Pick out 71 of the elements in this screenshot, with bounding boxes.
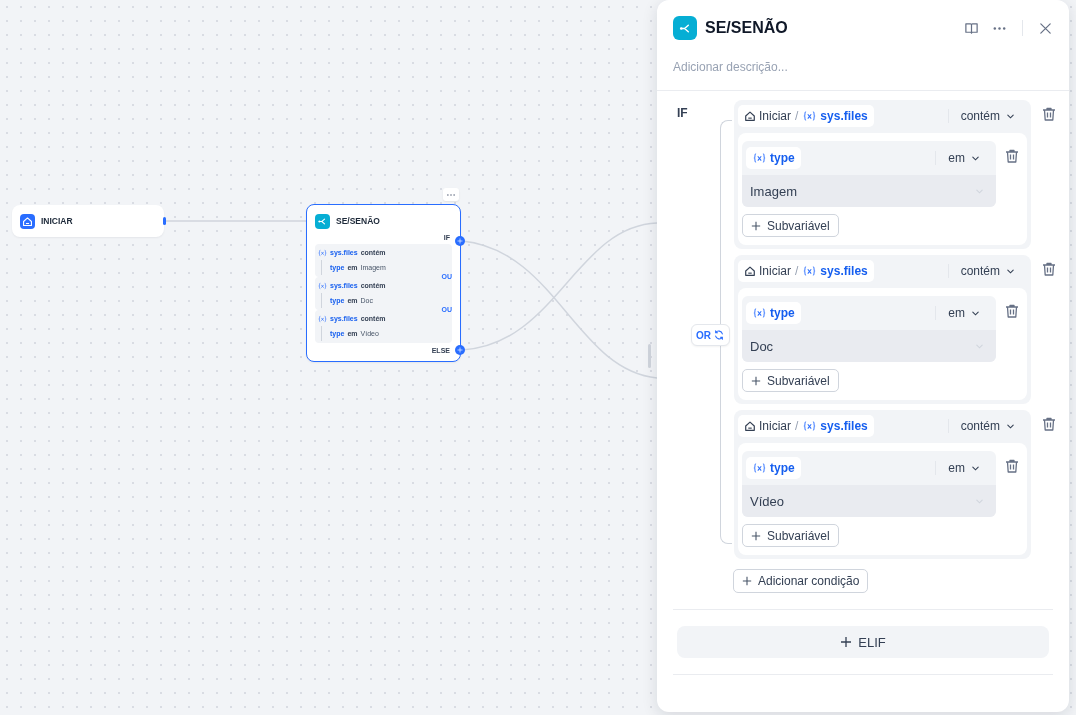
variable-icon xyxy=(802,110,818,122)
add-subvariable-button[interactable]: Subvariável xyxy=(742,524,839,547)
variable-icon xyxy=(752,307,767,319)
trash-icon[interactable] xyxy=(1041,416,1057,432)
home-icon xyxy=(744,110,756,122)
trash-icon[interactable] xyxy=(1004,458,1020,474)
variable-name: sys.files xyxy=(820,264,868,278)
plus-icon xyxy=(742,576,752,586)
operator-select[interactable]: contém xyxy=(947,419,1027,433)
plus-icon xyxy=(751,220,761,231)
variable-icon xyxy=(318,314,327,323)
source-name: Iniciar xyxy=(759,419,791,433)
trash-icon[interactable] xyxy=(1041,106,1057,122)
variable-name: sys.files xyxy=(820,109,868,123)
home-icon xyxy=(22,215,33,227)
trash-icon[interactable] xyxy=(1041,261,1057,277)
close-icon[interactable] xyxy=(1038,20,1053,36)
connection-handle[interactable] xyxy=(163,217,166,225)
variable-chip[interactable]: type xyxy=(746,302,801,324)
operator-select[interactable]: contém xyxy=(947,109,1027,123)
variable-name: type xyxy=(770,151,795,165)
variable-icon xyxy=(318,248,327,257)
operator-select[interactable]: em xyxy=(935,306,992,320)
add-condition-button[interactable]: Adicionar condição xyxy=(733,569,869,593)
operator-select[interactable]: em xyxy=(935,461,992,475)
add-subvariable-button[interactable]: Subvariável xyxy=(742,369,839,392)
start-node[interactable]: INICIAR xyxy=(12,205,164,237)
operator-select[interactable]: em xyxy=(935,151,992,165)
sync-icon xyxy=(713,329,725,341)
variable-chip[interactable]: Iniciar / sys.files xyxy=(738,415,874,437)
variable-icon xyxy=(802,420,818,432)
trash-icon[interactable] xyxy=(1004,148,1020,164)
variable-icon xyxy=(802,265,818,277)
path-separator: / xyxy=(795,109,799,123)
add-handle[interactable] xyxy=(455,236,465,246)
logic-toggle[interactable]: OR xyxy=(691,324,730,346)
plus-icon xyxy=(840,636,853,648)
value-select[interactable]: Doc xyxy=(742,330,996,362)
if-label: IF xyxy=(677,105,689,120)
path-separator: / xyxy=(795,264,799,278)
variable-icon xyxy=(318,281,327,290)
variable-icon xyxy=(752,462,767,474)
plus-icon xyxy=(751,375,761,386)
variable-chip[interactable]: type xyxy=(746,147,801,169)
value-select[interactable]: Imagem xyxy=(742,175,996,207)
home-icon xyxy=(744,420,756,432)
variable-icon xyxy=(752,152,767,164)
panel-title: SE/SENÃO xyxy=(705,19,789,37)
add-handle[interactable] xyxy=(455,345,465,355)
source-name: Iniciar xyxy=(759,109,791,123)
node-title: SE/SENÃO xyxy=(336,216,380,226)
value-select[interactable]: Vídeo xyxy=(742,485,996,517)
variable-chip[interactable]: Iniciar / sys.files xyxy=(738,260,874,282)
source-name: Iniciar xyxy=(759,264,791,278)
variable-name: type xyxy=(770,461,795,475)
path-separator: / xyxy=(795,419,799,433)
node-title: INICIAR xyxy=(41,216,73,226)
variable-chip[interactable]: type xyxy=(746,457,801,479)
variable-name: type xyxy=(770,306,795,320)
plus-icon xyxy=(457,238,463,244)
operator-select[interactable]: contém xyxy=(947,264,1027,278)
variable-chip[interactable]: Iniciar / sys.files xyxy=(738,105,874,127)
trash-icon[interactable] xyxy=(1004,303,1020,319)
plus-icon xyxy=(457,347,463,353)
add-subvariable-button[interactable]: Subvariável xyxy=(742,214,839,237)
variable-name: sys.files xyxy=(820,419,868,433)
book-icon[interactable] xyxy=(964,20,979,36)
plus-icon xyxy=(751,530,761,541)
elif-button[interactable]: ELIF xyxy=(677,626,1049,658)
home-icon xyxy=(744,265,756,277)
branch-icon xyxy=(317,215,328,227)
